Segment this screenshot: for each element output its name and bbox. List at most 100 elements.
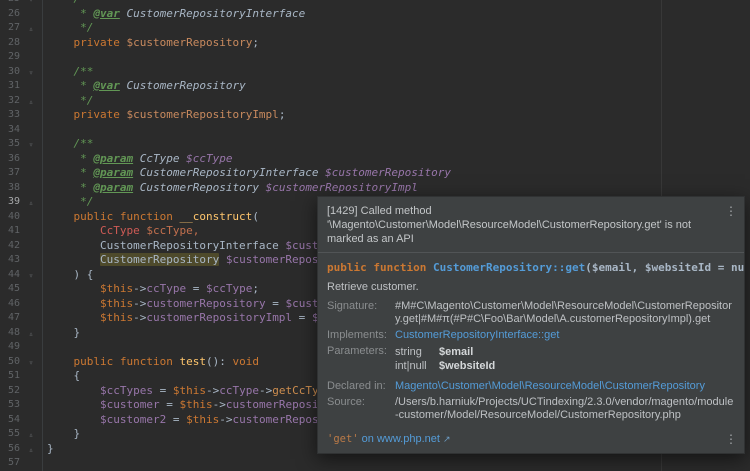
doc-row: Signature:#M#C\Magento\Customer\Model\Re…	[327, 300, 735, 326]
code-text: * @var CustomerRepository	[42, 79, 246, 94]
code-line[interactable]: 34	[0, 123, 750, 138]
doc-rows: Signature:#M#C\Magento\Customer\Model\Re…	[318, 298, 744, 427]
code-line[interactable]: 37 * @param CustomerRepositoryInterface …	[0, 166, 750, 181]
fold-spacer	[20, 282, 42, 297]
doc-row: Implements:CustomerRepositoryInterface::…	[327, 329, 735, 342]
fold-start-icon[interactable]: ▿	[20, 268, 42, 283]
code-line[interactable]: 30▿ /**	[0, 65, 750, 80]
doc-description: Retrieve customer.	[318, 278, 744, 298]
line-number[interactable]: 54	[0, 413, 20, 428]
fold-end-icon[interactable]: ▵	[20, 326, 42, 341]
code-line[interactable]: 28 private $customerRepository;	[0, 36, 750, 51]
fold-spacer	[20, 108, 42, 123]
line-number[interactable]: 57	[0, 456, 20, 471]
code-line[interactable]: 29	[0, 50, 750, 65]
code-line[interactable]: 35▿ /**	[0, 137, 750, 152]
line-number[interactable]: 52	[0, 384, 20, 399]
line-number[interactable]: 28	[0, 36, 20, 51]
doc-label: Signature:	[327, 300, 395, 326]
line-number[interactable]: 31	[0, 79, 20, 94]
line-number[interactable]: 39	[0, 195, 20, 210]
code-text: private $customerRepositoryImpl;	[42, 108, 285, 123]
code-text: * @param CcType $ccType	[42, 152, 232, 167]
doc-link[interactable]: Magento\Customer\Model\ResourceModel\Cus…	[395, 380, 705, 392]
code-text: * @param CustomerRepository $customerRep…	[42, 181, 418, 196]
line-number[interactable]: 49	[0, 340, 20, 355]
line-number[interactable]: 45	[0, 282, 20, 297]
parameter: string$email	[395, 345, 735, 359]
line-number[interactable]: 51	[0, 369, 20, 384]
method-signature: public function CustomerRepository::get(…	[318, 253, 744, 278]
fold-start-icon[interactable]: ▿	[20, 137, 42, 152]
code-text: * @param CustomerRepositoryInterface $cu…	[42, 166, 451, 181]
doc-link[interactable]: CustomerRepositoryInterface::get	[395, 329, 559, 341]
fold-spacer	[20, 369, 42, 384]
fold-end-icon[interactable]: ▵	[20, 21, 42, 36]
inspection-warning-banner: [1429] Called method '\Magento\Customer\…	[318, 197, 744, 253]
fold-end-icon[interactable]: ▵	[20, 427, 42, 442]
doc-popup: [1429] Called method '\Magento\Customer\…	[317, 196, 745, 454]
line-number[interactable]: 30	[0, 65, 20, 80]
parameter-type: int|null	[395, 359, 439, 373]
fold-spacer	[20, 311, 42, 326]
parameter-name: $websiteId	[439, 360, 495, 372]
code-text: */	[42, 21, 93, 36]
line-number[interactable]: 56	[0, 442, 20, 457]
line-number[interactable]: 48	[0, 326, 20, 341]
code-line[interactable]: 32▵ */	[0, 94, 750, 109]
fold-spacer	[20, 36, 42, 51]
fold-spacer	[20, 181, 42, 196]
code-line[interactable]: 36 * @param CcType $ccType	[0, 152, 750, 167]
code-text: */	[42, 195, 93, 210]
code-line[interactable]: 57	[0, 456, 750, 471]
line-number[interactable]: 40	[0, 210, 20, 225]
code-line[interactable]: 27▵ */	[0, 21, 750, 36]
doc-row: Parameters:string$emailint|null$websiteI…	[327, 345, 735, 373]
doc-popup-footer: 'get' on www.php.net↗ ⋮	[318, 427, 744, 453]
line-number[interactable]: 53	[0, 398, 20, 413]
fold-end-icon[interactable]: ▵	[20, 94, 42, 109]
doc-label: Declared in:	[327, 380, 395, 393]
line-number[interactable]: 35	[0, 137, 20, 152]
fold-end-icon[interactable]: ▵	[20, 195, 42, 210]
code-text	[42, 123, 47, 138]
line-number[interactable]: 47	[0, 311, 20, 326]
line-number[interactable]: 38	[0, 181, 20, 196]
fold-spacer	[20, 384, 42, 399]
line-number[interactable]: 44	[0, 268, 20, 283]
fold-start-icon[interactable]: ▿	[20, 65, 42, 80]
line-number[interactable]: 33	[0, 108, 20, 123]
code-text: {	[42, 369, 80, 384]
doc-label: Implements:	[327, 329, 395, 342]
more-options-icon[interactable]: ⋮	[724, 432, 738, 446]
code-text: private $customerRepository;	[42, 36, 259, 51]
code-line[interactable]: 38 * @param CustomerRepository $customer…	[0, 181, 750, 196]
fold-start-icon[interactable]: ▿	[20, 355, 42, 370]
line-number[interactable]: 55	[0, 427, 20, 442]
code-line[interactable]: 26 * @var CustomerRepositoryInterface	[0, 7, 750, 22]
doc-value: Magento\Customer\Model\ResourceModel\Cus…	[395, 380, 735, 393]
phpnet-link[interactable]: 'get' on www.php.net↗	[327, 433, 724, 445]
more-options-icon[interactable]: ⋮	[724, 204, 738, 246]
code-line[interactable]: 31 * @var CustomerRepository	[0, 79, 750, 94]
code-line[interactable]: 33 private $customerRepositoryImpl;	[0, 108, 750, 123]
fold-end-icon[interactable]: ▵	[20, 442, 42, 457]
line-number[interactable]: 42	[0, 239, 20, 254]
line-number[interactable]: 41	[0, 224, 20, 239]
code-text	[42, 340, 47, 355]
line-number[interactable]: 34	[0, 123, 20, 138]
phpnet-link-code: 'get'	[327, 433, 359, 445]
line-number[interactable]: 37	[0, 166, 20, 181]
signature-link[interactable]: CustomerRepository::get	[433, 261, 585, 274]
phpnet-link-text: on www.php.net	[359, 433, 440, 445]
line-number[interactable]: 46	[0, 297, 20, 312]
line-number[interactable]: 50	[0, 355, 20, 370]
line-number[interactable]: 43	[0, 253, 20, 268]
line-number[interactable]: 27	[0, 21, 20, 36]
fold-spacer	[20, 123, 42, 138]
fold-spacer	[20, 79, 42, 94]
line-number[interactable]: 29	[0, 50, 20, 65]
line-number[interactable]: 26	[0, 7, 20, 22]
line-number[interactable]: 36	[0, 152, 20, 167]
line-number[interactable]: 32	[0, 94, 20, 109]
